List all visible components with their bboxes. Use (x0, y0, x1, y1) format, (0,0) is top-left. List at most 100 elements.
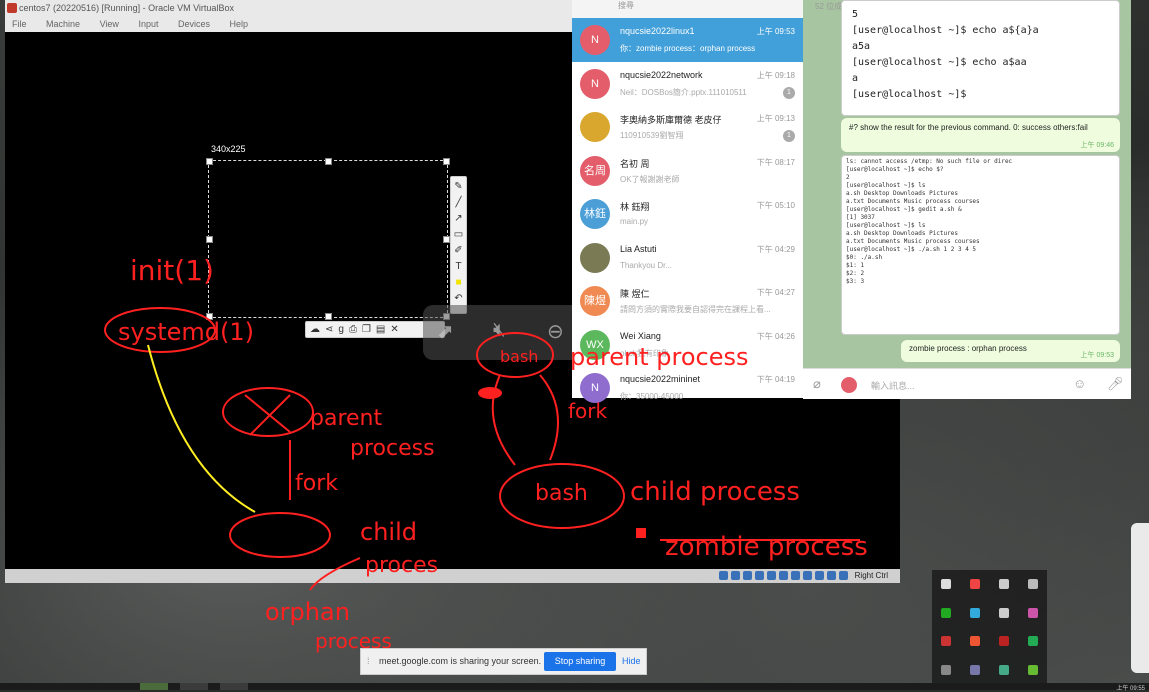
close-icon[interactable]: ✕ (390, 324, 398, 335)
taskbar-app[interactable] (180, 683, 208, 690)
attach-icon[interactable]: ⌀ (813, 376, 821, 392)
avatar: WX (580, 329, 610, 360)
hdd-icon[interactable] (719, 571, 728, 580)
capture-selection-box[interactable] (206, 158, 450, 320)
google-search-icon[interactable]: g (338, 324, 344, 335)
app-icon[interactable] (1027, 607, 1038, 618)
resize-handle[interactable] (443, 236, 450, 243)
stop-sharing-button[interactable]: Stop sharing (544, 652, 616, 671)
menu-machine[interactable]: Machine (46, 19, 80, 29)
audio-icon[interactable] (743, 571, 752, 580)
emoji-icon[interactable]: ☺ (1073, 376, 1086, 391)
pen-icon[interactable] (970, 664, 981, 675)
upload-icon[interactable]: ☁ (310, 324, 320, 335)
copy-icon[interactable]: ❐ (362, 324, 371, 335)
resize-handle[interactable] (206, 236, 213, 243)
resize-handle[interactable] (443, 158, 450, 165)
chat-list-item[interactable]: Nnqucsie2022mininet 下午 04:19 你：35000-45000 (572, 366, 803, 410)
minus-icon[interactable]: ⊖ (547, 319, 564, 344)
display-icon[interactable] (791, 571, 800, 580)
telegram-icon[interactable] (970, 607, 981, 618)
resize-handle[interactable] (206, 313, 213, 320)
app-icon[interactable] (998, 636, 1009, 647)
chat-list-item[interactable]: 李奧納多斯庫爾德 老皮仔 上午 09:13 110910539劉智翔 1 (572, 105, 803, 149)
chat-list-item[interactable]: Nnqucsie2022linux1 上午 09:53 你：zombie proce… (572, 18, 803, 62)
app-icon[interactable] (970, 636, 981, 647)
recording-icon[interactable] (803, 571, 812, 580)
search-bar[interactable]: 搜尋 (572, 0, 803, 18)
terminal-screenshot[interactable]: 5 [user@localhost ~]$ echo a${a}a a5a [u… (841, 0, 1120, 116)
undo-icon[interactable]: ↶ (454, 292, 462, 305)
arrow-icon[interactable]: ↗ (454, 212, 462, 225)
resize-handle[interactable] (325, 158, 332, 165)
menu-help[interactable]: Help (230, 19, 249, 29)
message-text: #? show the result for the previous comm… (849, 123, 1088, 132)
resize-handle[interactable] (325, 313, 332, 320)
chat-list-item[interactable]: 陳煜陳 煜仁 下午 04:27 請問方須的實際我要自認得完在課程上看... (572, 279, 803, 323)
drawing-toolbar: ✎ ╱ ↗ ▭ ✐ T ■ ↶ (450, 176, 467, 314)
line-icon[interactable]: ╱ (455, 196, 461, 209)
keyboard-icon[interactable] (839, 571, 848, 580)
microphone-icon[interactable] (1027, 579, 1038, 590)
chat-last-message: OK了報謝謝老師 (620, 174, 680, 184)
chat-list-item[interactable]: 林鈺林 鈺翔 下午 05:10 main.py (572, 192, 803, 236)
usb-icon[interactable] (767, 571, 776, 580)
antivirus-icon[interactable] (970, 579, 981, 590)
share-icon[interactable]: ⋖ (325, 324, 333, 335)
screenshot-line: a.sh Desktop Downloads Pictures (846, 230, 958, 237)
microphone-icon[interactable]: 🎤︎ (1107, 376, 1124, 392)
screenshot-line: 2 (846, 174, 850, 181)
message-bubble[interactable]: #? show the result for the previous comm… (841, 118, 1120, 152)
menu-devices[interactable]: Devices (178, 19, 210, 29)
nvidia-icon[interactable] (1027, 664, 1038, 675)
chat-list-item[interactable]: 名周 名初 周 下午 08:17 OK了報謝謝老師 (572, 149, 803, 193)
menu-file[interactable]: File (12, 19, 27, 29)
taskbar-app[interactable] (140, 683, 168, 690)
shared-folder-icon[interactable] (779, 571, 788, 580)
screenshot-line: a.txt Documents Music process courses (846, 198, 980, 205)
terminal-line: a (852, 73, 859, 84)
rectangle-icon[interactable]: ▭ (454, 228, 463, 241)
chat-last-message: Neil：DOSBos簡介.pptx.111010511 (620, 87, 747, 97)
display-icon[interactable] (998, 579, 1009, 590)
marker-icon[interactable]: ✐ (454, 244, 462, 257)
app-icon[interactable] (998, 664, 1009, 675)
menu-view[interactable]: View (100, 19, 119, 29)
app-icon[interactable] (1027, 636, 1038, 647)
copy-icon[interactable] (998, 607, 1009, 618)
print-icon[interactable]: ⎙ (349, 324, 357, 335)
chat-name: nqucsie2022mininet (620, 374, 701, 384)
annotated-screenshot[interactable]: ls: cannot access /etmp: No such file or… (841, 155, 1120, 335)
wifi-icon[interactable] (941, 664, 952, 675)
menu-input[interactable]: Input (138, 19, 158, 29)
optical-icon[interactable] (731, 571, 740, 580)
terminal-line: [user@localhost ~]$ (852, 89, 967, 100)
notification-panel-edge[interactable] (1131, 523, 1149, 673)
avatar: 林鈺 (580, 199, 610, 229)
chat-list-item[interactable]: Nnqucsie2022network 上午 09:18 Neil：DOSBos簡介… (572, 62, 803, 106)
mouse-integration-icon[interactable] (827, 571, 836, 580)
mute-icon[interactable]: 🔇︎ (493, 319, 506, 342)
drag-handle-icon[interactable]: ⁞ (367, 656, 370, 666)
highlight-color-icon[interactable]: ■ (455, 276, 461, 289)
host-key-label: Right Ctrl (854, 571, 888, 580)
chat-list-item[interactable]: WX Wei Xiang 下午 04:26 okok我有印象 (572, 323, 803, 367)
pen-icon[interactable]: ✎ (454, 180, 462, 193)
chat-list-item[interactable]: Lia Astuti 下午 04:29 Thankyou Dr... (572, 236, 803, 280)
network-icon[interactable] (755, 571, 764, 580)
wechat-icon[interactable] (941, 607, 952, 618)
save-icon[interactable]: ▤ (376, 324, 385, 335)
pointer-icon[interactable]: ⬈ (437, 319, 454, 344)
sender-avatar[interactable] (841, 377, 857, 393)
chat-time: 上午 09:53 (756, 27, 795, 36)
cpu-icon[interactable] (815, 571, 824, 580)
screenshot-line: [user@localhost ~]$ ls (846, 182, 926, 189)
text-icon[interactable]: T (455, 260, 461, 273)
hide-button[interactable]: Hide (622, 656, 641, 666)
resize-handle[interactable] (206, 158, 213, 165)
taskbar-app[interactable] (220, 683, 248, 690)
video-icon[interactable] (941, 636, 952, 647)
usb-drive-icon[interactable] (941, 579, 952, 590)
message-bubble[interactable]: zombie process : orphan process 上午 09:53 (901, 340, 1120, 362)
message-input[interactable]: 輸入訊息... (871, 379, 915, 392)
